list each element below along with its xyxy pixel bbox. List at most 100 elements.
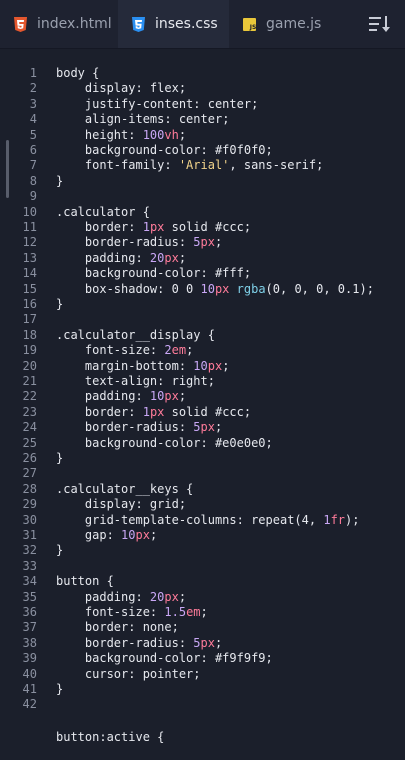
line-number: 10 <box>22 204 37 219</box>
code-text: } <box>56 543 63 558</box>
sort-lines-icon[interactable] <box>367 13 391 35</box>
code-text: height: 100vh; <box>56 128 186 143</box>
code-token: px <box>164 589 179 604</box>
code-token: ; <box>265 651 273 666</box>
code-line: 25 background-color: #e0e0e0; <box>0 436 405 451</box>
code-token: em <box>171 343 187 358</box>
code-token: padding: <box>56 389 150 404</box>
code-token: fr <box>330 512 346 527</box>
code-text: gap: 10px; <box>56 528 157 543</box>
code-text: padding: 20px; <box>56 251 186 266</box>
code-token: background-color: <box>56 143 215 157</box>
code-token: pointer <box>142 666 194 681</box>
svg-text:JS: JS <box>249 24 256 31</box>
code-text: border-radius: 5px; <box>56 636 222 651</box>
line-number: 5 <box>29 127 37 142</box>
tab-label: index.html <box>37 16 112 32</box>
line-number: 3 <box>29 96 37 111</box>
code-token: solid #ccc <box>164 404 244 419</box>
code-token: margin-bottom: <box>56 358 194 373</box>
code-token: ; <box>243 404 252 419</box>
code-line: 32} <box>0 543 405 558</box>
code-token: 10 <box>200 281 215 296</box>
code-token: ; <box>200 605 208 619</box>
code-line: 9 <box>0 189 405 204</box>
line-number: 34 <box>22 574 37 589</box>
code-text: } <box>56 451 63 466</box>
code-line: 16} <box>0 297 405 312</box>
line-number: 11 <box>22 220 37 234</box>
tab-index-html[interactable]: index.html <box>0 0 118 48</box>
javascript-icon: JS <box>243 17 256 32</box>
code-text: grid-template-columns: repeat(4, 1fr); <box>56 512 360 528</box>
code-token: 10 <box>149 389 165 404</box>
code-text: } <box>56 682 63 697</box>
code-token: 'Arial' <box>178 158 230 173</box>
code-token: ( <box>265 281 273 296</box>
code-line: 30 grid-template-columns: repeat(4, 1fr)… <box>0 513 405 528</box>
code-token: } <box>56 297 64 311</box>
line-number: 24 <box>22 420 37 435</box>
code-text: button:active { <box>56 730 165 744</box>
code-line: 19 font-size: 2em; <box>0 343 405 358</box>
code-text: cursor: pointer; <box>56 667 201 682</box>
tab-game-js[interactable]: JS game.js <box>229 0 335 48</box>
code-token: #f0f0f0 <box>214 143 266 157</box>
code-line: 20 margin-bottom: 10px; <box>0 359 405 374</box>
code-token: border-radius: <box>56 235 194 250</box>
code-token: { <box>106 574 114 589</box>
code-token: display: <box>56 81 150 96</box>
line-number: 13 <box>22 250 37 265</box>
code-token: 0, 0, 0, 0.1 <box>272 281 360 296</box>
line-number: 4 <box>29 112 37 127</box>
code-token: ; <box>178 589 187 604</box>
code-token: ; <box>178 250 187 265</box>
line-number: 40 <box>22 666 37 681</box>
code-token: { <box>186 481 194 496</box>
line-number: 32 <box>22 543 37 558</box>
line-number: 33 <box>22 558 37 573</box>
code-token: 5 <box>193 235 201 250</box>
line-number: 41 <box>22 682 37 696</box>
code-token: ; <box>265 143 273 157</box>
code-token: 10 <box>121 528 136 542</box>
code-token: px <box>200 635 215 650</box>
code-text: font-size: 2em; <box>56 343 193 358</box>
tab-inses-css[interactable]: inses.css <box>118 0 229 48</box>
code-line: 5 height: 100vh; <box>0 128 405 143</box>
code-text: body { <box>56 66 99 81</box>
code-token: px <box>164 250 179 265</box>
code-text: border-radius: 5px; <box>56 420 222 435</box>
line-number: 38 <box>22 635 37 650</box>
line-number: 25 <box>22 435 37 450</box>
code-editor[interactable]: 1 body {2 display: flex; 3 justify-content… <box>0 48 405 744</box>
code-token: px <box>164 389 179 404</box>
code-token: body <box>56 66 93 80</box>
html5-icon <box>14 16 27 32</box>
code-token: #f9f9f9 <box>214 651 266 666</box>
code-token: sans-serif <box>243 158 317 173</box>
code-token: cursor: <box>56 666 143 681</box>
code-line: 2 display: flex; <box>0 81 405 96</box>
code-token: px <box>149 220 165 234</box>
code-token: { <box>92 66 100 80</box>
line-number: 31 <box>22 528 37 542</box>
code-line: 10 .calculator { <box>0 205 405 220</box>
line-number: 21 <box>22 374 37 388</box>
code-text: border: 1px solid #ccc; <box>56 220 251 235</box>
code-token: ); <box>359 281 374 296</box>
code-token: solid #ccc <box>164 220 244 234</box>
code-line: 34 button { <box>0 574 405 589</box>
code-token: ; <box>243 220 252 234</box>
code-token: ; <box>222 112 230 127</box>
code-text: display: grid; <box>56 497 186 512</box>
code-text: display: flex; <box>56 81 186 96</box>
code-line: 17 <box>0 312 405 327</box>
code-text: .calculator__display { <box>56 328 215 343</box>
code-token: gap: <box>56 528 122 542</box>
line-number: 27 <box>22 466 37 481</box>
code-line: 6 background-color: #f0f0f0; <box>0 143 405 158</box>
code-text: padding: 20px; <box>56 590 186 605</box>
code-token: , <box>229 158 244 173</box>
